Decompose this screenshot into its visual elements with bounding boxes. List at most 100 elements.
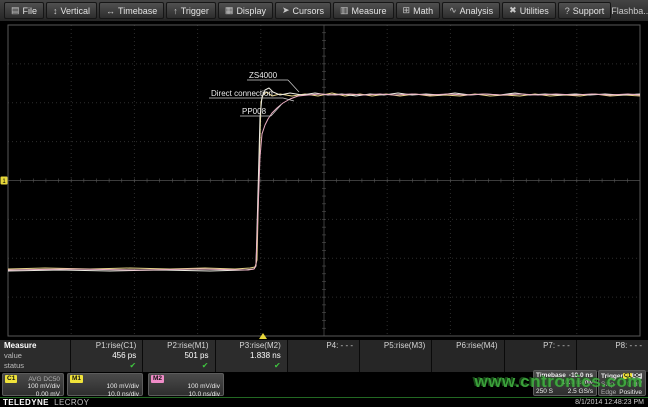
- display-icon: ▦: [225, 5, 234, 16]
- menu-measure[interactable]: ▥Measure: [333, 2, 394, 19]
- cursors-icon: ➤: [282, 5, 290, 16]
- channel-m1-descriptor[interactable]: M1100 mV/div10.0 ns/div: [67, 373, 143, 396]
- channel-coupling: AVG DC50: [28, 376, 60, 383]
- menu-file[interactable]: ▤File: [4, 2, 44, 19]
- trigger-slope: Positive: [619, 389, 642, 396]
- menu-label: Display: [236, 6, 266, 16]
- measure-header: P4: - - -: [288, 341, 353, 351]
- menu-timebase[interactable]: ↔Timebase: [99, 2, 164, 19]
- menu-vertical[interactable]: ↕Vertical: [46, 2, 97, 19]
- trigger-title: Trigger: [601, 373, 623, 380]
- menu-label: File: [23, 6, 38, 16]
- channel-m2-descriptor[interactable]: M2100 mV/div10.0 ns/div: [148, 373, 224, 396]
- channel-vdiv: 100 mV/div: [3, 383, 63, 391]
- timebase-icon: ↔: [106, 6, 115, 16]
- measure-p7[interactable]: P7: - - -: [505, 340, 576, 372]
- measure-header: P6:rise(M4): [432, 341, 497, 351]
- measure-value: [432, 351, 497, 361]
- timebase-title: Timebase: [536, 372, 566, 379]
- timebase-delay: -10.0 ns: [569, 372, 593, 379]
- channel-badge: M2: [151, 375, 164, 383]
- measure-p2[interactable]: P2:rise(M1)501 ps✔: [143, 340, 214, 372]
- menu-label: Measure: [352, 6, 387, 16]
- menu-label: Utilities: [520, 6, 549, 16]
- menu-trigger[interactable]: ↑Trigger: [166, 2, 216, 19]
- measure-header: P3:rise(M2): [216, 341, 281, 351]
- timebase-descriptor[interactable]: Timebase -10.0 ns 10.0 ns/div 250 S 2.5 …: [533, 370, 597, 396]
- timebase-rate: 2.5 GS/s: [568, 388, 593, 395]
- measure-label: Measure: [4, 341, 70, 351]
- measure-icon: ▥: [340, 5, 349, 16]
- trigger-level: 0 mV: [627, 381, 642, 388]
- status-bar: TELEDYNE LECROY 8/1/2014 12:48:23 PM: [0, 398, 648, 407]
- measure-header: P7: - - -: [505, 341, 570, 351]
- menu-bar: ▤File↕Vertical↔Timebase↑Trigger▦Display➤…: [0, 0, 648, 22]
- trigger-icon: ↑: [173, 6, 178, 16]
- value-label: value: [4, 351, 70, 361]
- annotation-zs4000: ZS4000: [249, 71, 278, 80]
- flashback-button[interactable]: Flashba...: [611, 6, 648, 16]
- measure-value: [577, 351, 642, 361]
- brand-teledyne: TELEDYNE: [3, 398, 49, 407]
- measure-p4[interactable]: P4: - - -: [288, 340, 359, 372]
- trigger-coupling: DC: [632, 373, 642, 379]
- menu-label: Vertical: [61, 6, 91, 16]
- measure-p3[interactable]: P3:rise(M2)1.838 ns✔: [216, 340, 287, 372]
- analysis-icon: ∿: [449, 5, 457, 16]
- menu-label: Support: [573, 6, 605, 16]
- channel-badge: C1: [5, 375, 17, 383]
- measure-row-labels: Measure value status: [0, 340, 70, 372]
- menu-display[interactable]: ▦Display: [218, 2, 273, 19]
- waveform-display[interactable]: ZS4000Direct connectionPP0081: [0, 22, 648, 342]
- status-check-icon: ✔: [143, 361, 208, 371]
- waveform-svg: ZS4000Direct connectionPP0081: [0, 22, 648, 342]
- measure-value: [360, 351, 425, 361]
- menu-analysis[interactable]: ∿Analysis: [442, 2, 500, 19]
- menu-support[interactable]: ?Support: [558, 2, 612, 19]
- measure-header: P1:rise(C1): [71, 341, 136, 351]
- status-empty: [432, 361, 497, 371]
- measure-header: P5:rise(M3): [360, 341, 425, 351]
- measure-p8[interactable]: P8: - - -: [577, 340, 648, 372]
- file-icon: ▤: [11, 5, 20, 16]
- datetime: 8/1/2014 12:48:23 PM: [575, 399, 644, 406]
- support-icon: ?: [565, 6, 570, 16]
- menu-right: Flashba... Undo ↶: [611, 2, 648, 20]
- oscilloscope-app: ▤File↕Vertical↔Timebase↑Trigger▦Display➤…: [0, 0, 648, 407]
- menu-label: Math: [413, 6, 433, 16]
- measure-value: 501 ps: [143, 351, 208, 361]
- menu-label: Trigger: [181, 6, 209, 16]
- brand-logo: TELEDYNE LECROY: [3, 398, 89, 407]
- measure-table: Measure value status P1:rise(C1)456 ps✔P…: [0, 340, 648, 372]
- channel-vdiv: 100 mV/div: [149, 383, 223, 391]
- annotation-pp008: PP008: [242, 107, 267, 116]
- trigger-source: C1: [623, 373, 632, 379]
- measure-header: P8: - - -: [577, 341, 642, 351]
- measure-value: [505, 351, 570, 361]
- menu-items: ▤File↕Vertical↔Timebase↑Trigger▦Display➤…: [0, 2, 611, 19]
- measure-p1[interactable]: P1:rise(C1)456 ps✔: [71, 340, 142, 372]
- trigger-mode: Stop: [601, 381, 614, 388]
- measure-value: 1.838 ns: [216, 351, 281, 361]
- status-check-icon: ✔: [71, 361, 136, 371]
- utilities-icon: ✖: [509, 5, 517, 16]
- menu-cursors[interactable]: ➤Cursors: [275, 2, 331, 19]
- channel-badge: M1: [70, 375, 83, 383]
- menu-math[interactable]: ⊞Math: [396, 2, 441, 19]
- timebase-samples: 250 S: [536, 388, 553, 395]
- channel-vdiv: 100 mV/div: [68, 383, 142, 391]
- vertical-icon: ↕: [53, 6, 58, 16]
- measure-p5[interactable]: P5:rise(M3): [360, 340, 431, 372]
- measure-value: 456 ps: [71, 351, 136, 361]
- trigger-source-badge: C1DC: [623, 372, 642, 380]
- status-empty: [360, 361, 425, 371]
- menu-label: Cursors: [293, 6, 325, 16]
- math-icon: ⊞: [403, 5, 411, 16]
- menu-utilities[interactable]: ✖Utilities: [502, 2, 556, 19]
- channel-c1-descriptor[interactable]: C1AVG DC50100 mV/div0.00 mV: [2, 373, 64, 396]
- status-label: status: [4, 361, 70, 371]
- brand-lecroy: LECROY: [54, 398, 89, 407]
- trigger-descriptor[interactable]: Trigger C1DC Stop 0 mV Edge Positive: [598, 370, 646, 396]
- measure-p6[interactable]: P6:rise(M4): [432, 340, 503, 372]
- menu-label: Timebase: [118, 6, 157, 16]
